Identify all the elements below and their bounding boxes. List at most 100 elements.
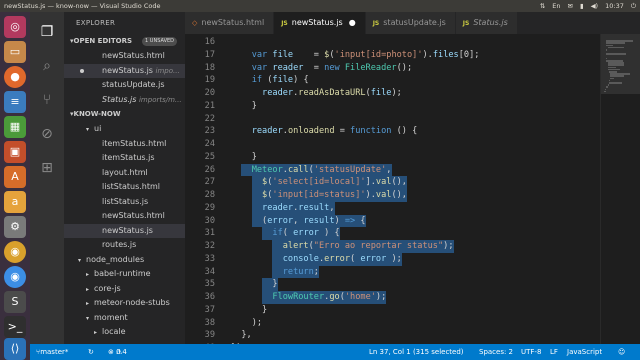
code-line[interactable]: 16 [185,36,600,49]
amazon-icon[interactable]: a [4,191,26,213]
code-line[interactable]: 32 alert("Erro ao reportar status"); [185,240,600,253]
indentation[interactable]: Spaces: 2 [479,344,513,360]
code-line[interactable]: 26 Meteor.call('statusUpdate', [185,163,600,177]
project-header[interactable]: ▾KNOW-NOW [64,107,185,122]
tree-folder[interactable]: ▾ moment [64,311,185,326]
tab-status-js[interactable]: JS Status.js [455,12,518,34]
mail-icon[interactable]: ✉ [568,0,573,12]
tree-folder[interactable]: ▸ core-js [64,282,185,297]
source-control-icon[interactable]: ⑂ [37,90,57,110]
status-bar: ⑂ master* ↻ ⊗ 0 ⚠ 4 Ln 37, Col 1 (315 se… [30,344,640,360]
open-editor-item[interactable]: newStatus.js impo... [64,63,185,78]
tree-folder[interactable]: ▸ locale [64,325,185,340]
open-editor-item[interactable]: Status.js imports/m... [64,93,185,108]
chrome-icon[interactable]: ◉ [4,266,26,288]
ubuntu-dash-icon[interactable]: ◎ [4,16,26,38]
tree-folder[interactable]: ▸ meteor-node-stubs [64,296,185,311]
code-text: var file = $('input[id=photo]').files[0]… [231,49,480,60]
code-line[interactable]: 30 (error, result) => { [185,214,600,228]
tree-folder[interactable]: ▾ ui [64,122,185,137]
code-line[interactable]: 36 FlowRouter.go('home'); [185,291,600,304]
code-line[interactable]: 20 reader.readAsDataURL(file); [185,87,600,100]
battery-icon[interactable]: ▮ [580,0,584,12]
line-number: 38 [204,317,215,328]
tree-folder[interactable]: ▸ babel-runtime [64,267,185,282]
tree-file[interactable]: listStatus.js [64,195,185,210]
code-line[interactable]: 25 } [185,151,600,164]
line-number: 37 [204,304,215,315]
tab-statusupdate-js[interactable]: JS statusUpdate.js [365,12,456,34]
line-number: 21 [204,100,215,111]
terminal-icon[interactable]: >_ [4,316,26,338]
open-editors-header[interactable]: ▾OPEN EDITORS 1 UNSAVED [64,34,185,49]
encoding[interactable]: UTF-8 [521,344,541,360]
extensions-icon[interactable]: ⊞ [37,158,57,178]
keyboard-layout[interactable]: En [552,0,560,12]
code-line[interactable]: 27 $('select[id=local]'].val(), [185,176,600,189]
line-number: 30 [204,215,215,226]
network-icon[interactable]: ⇅ [540,0,545,12]
explorer-icon[interactable]: ❐ [37,22,57,42]
tree-file[interactable]: itemStatus.html [64,137,185,152]
debug-icon[interactable]: ⊘ [37,124,57,144]
line-number: 25 [204,151,215,162]
libreoffice-calc-icon[interactable]: ▦ [4,116,26,138]
clock[interactable]: 10:37 [605,0,624,12]
code-line[interactable]: 35 } [185,278,600,291]
code-line[interactable]: 31 if( error ) { [185,227,600,240]
code-editor[interactable]: 16 17 var file = $('input[id=photo]').fil… [185,34,600,344]
unsaved-dot-icon[interactable]: ● [349,18,356,27]
tree-folder[interactable]: ▾ node_modules [64,253,185,268]
tab-newstatus-js[interactable]: JS newStatus.js ● [274,12,366,34]
sync-icon[interactable]: ↻ [88,344,94,360]
firefox-icon[interactable]: ● [4,66,26,88]
code-line[interactable]: 37 } [185,304,600,317]
code-line[interactable]: 33 console.error( error ); [185,252,600,266]
cursor-position[interactable]: Ln 37, Col 1 (315 selected) [369,344,464,360]
open-editor-item[interactable]: newStatus.html [64,49,185,64]
sublime-icon[interactable]: S [4,291,26,313]
line-number: 20 [204,88,215,98]
libreoffice-impress-icon[interactable]: ▣ [4,141,26,163]
power-icon[interactable]: ⏻ [631,0,636,12]
code-line[interactable]: 21 } [185,100,600,113]
minimap-line [607,46,624,49]
code-line[interactable]: 38 ); [185,317,600,330]
problems-indicator[interactable]: ⊗ 0 ⚠ 4 [108,344,127,360]
chrome-icon[interactable]: ◉ [4,241,26,263]
tree-file[interactable]: layout.html [64,166,185,181]
code-line[interactable]: 29 reader.result, [185,201,600,215]
code-text: alert("Erro ao reportar status"); [231,241,454,251]
branch-indicator[interactable]: ⑂ master* [36,344,68,360]
tree-file[interactable]: listStatus.html [64,180,185,195]
volume-icon[interactable]: ◀) [591,0,599,12]
vscode-icon[interactable]: ⟨⟩ [4,338,26,360]
search-icon[interactable]: ⌕ [37,56,57,76]
libreoffice-writer-icon[interactable]: ≡ [4,91,26,113]
code-line[interactable]: 22 [185,113,600,126]
explorer-sidebar: EXPLORER ▾OPEN EDITORS 1 UNSAVED newStat… [64,12,185,344]
software-center-icon[interactable]: A [4,166,26,188]
settings-icon[interactable]: ⚙ [4,216,26,238]
tree-file[interactable]: itemStatus.js [64,151,185,166]
code-line[interactable]: 24 [185,138,600,151]
tree-file[interactable]: newStatus.js [64,223,185,238]
code-line[interactable]: 28 $('input[id=status]').val(), [185,189,600,202]
tree-file[interactable]: routes.js [64,238,185,253]
code-line[interactable]: 39 }, [185,329,600,342]
feedback-icon[interactable]: ☺ [618,344,625,360]
line-number: 24 [204,139,215,149]
tab-newstatus-html[interactable]: ◇ newStatus.html [185,12,275,34]
open-editor-item[interactable]: statusUpdate.js [64,78,185,93]
line-ending[interactable]: LF [550,344,558,360]
code-line[interactable]: 17 var file = $('input[id=photo]').files… [185,49,600,62]
chevron-right-icon: ▸ [86,300,90,307]
code-line[interactable]: 19 if (file) { [185,74,600,87]
language-mode[interactable]: JavaScript [567,344,602,360]
files-icon[interactable]: ▭ [4,41,26,63]
code-line[interactable]: 18 var reader = new FileReader(); [185,62,600,75]
code-line[interactable]: 34 return; [185,265,600,279]
tree-file[interactable]: newStatus.html [64,209,185,224]
code-line[interactable]: 23 reader.onloadend = function () { [185,125,600,138]
minimap[interactable] [600,34,640,344]
